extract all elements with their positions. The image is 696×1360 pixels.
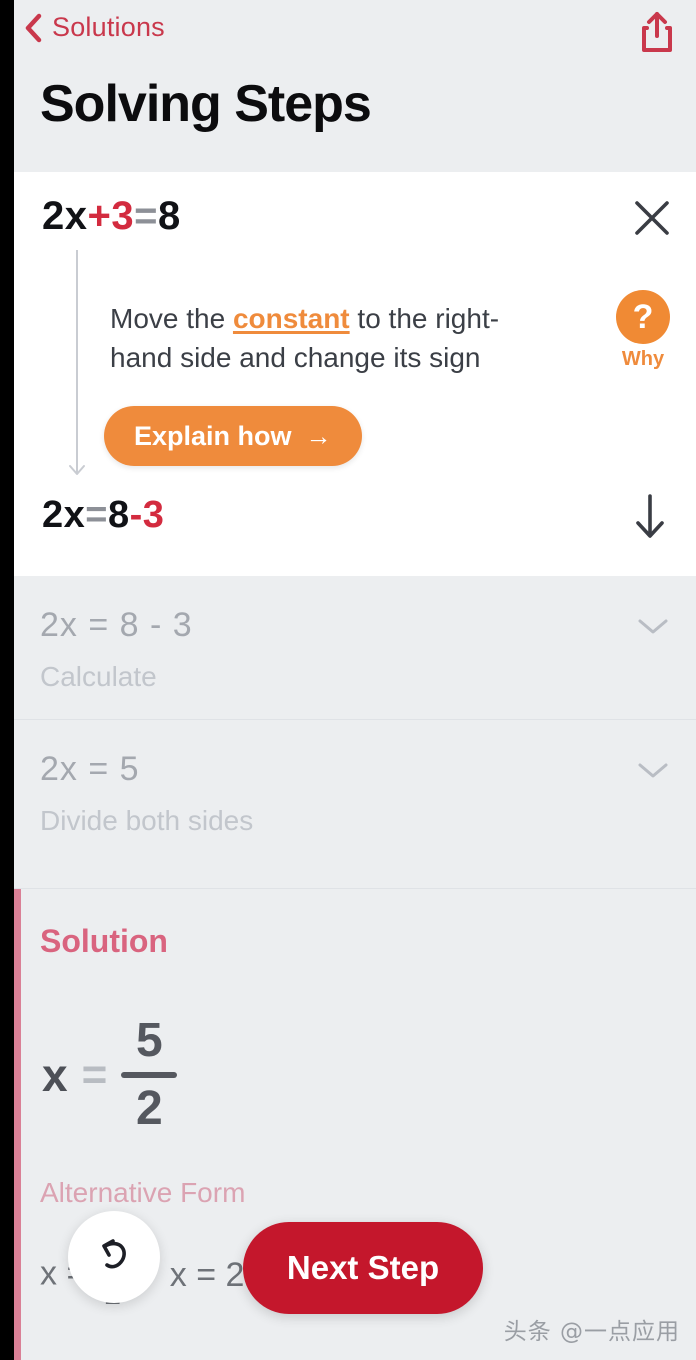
solution-equation: x = 5 2 <box>42 1014 178 1135</box>
back-button-label: Solutions <box>52 12 165 42</box>
result-equals: = <box>85 494 108 536</box>
alternative-form-label: Alternative Form <box>40 1177 246 1208</box>
fraction-bar <box>121 1072 178 1078</box>
share-button[interactable] <box>636 10 678 54</box>
undo-button[interactable] <box>68 1211 160 1303</box>
connector-arrow-icon <box>66 454 88 476</box>
explain-how-button[interactable]: Explain how → <box>104 406 362 466</box>
arrow-right-icon: → <box>305 421 332 451</box>
step-connector-line <box>76 250 78 460</box>
nav-bar: Solutions <box>14 8 696 64</box>
active-step-result: 2x=8-3 <box>42 494 164 537</box>
collapsed-step-description: Calculate <box>40 661 157 692</box>
hint-term-constant[interactable]: constant <box>233 303 350 334</box>
why-button[interactable]: ? Why <box>604 290 682 371</box>
result-lhs: 2x <box>42 494 86 536</box>
equation-rhs: 8 <box>157 194 181 238</box>
why-button-label: Why <box>621 348 665 370</box>
result-operator: -3 <box>129 494 165 536</box>
alt-variable: x <box>40 1254 57 1293</box>
back-button[interactable]: Solutions <box>22 12 165 43</box>
undo-arrow-icon <box>91 1232 137 1283</box>
question-mark-icon: ? <box>616 290 670 344</box>
collapsed-step-description: Divide both sides <box>40 805 254 836</box>
active-step-card: 2x+3=8 Move the constant to the right-ha… <box>14 172 696 576</box>
app-screen: Solutions Solving Steps 2x+3=8 Move the … <box>0 0 696 1360</box>
next-step-button[interactable]: Next Step <box>243 1222 483 1314</box>
equation-equals: = <box>134 194 158 238</box>
hint-prefix: Move the <box>110 303 233 334</box>
fraction-denominator: 2 <box>135 1082 163 1135</box>
header: Solutions Solving Steps <box>14 0 696 172</box>
close-step-button[interactable] <box>626 192 678 244</box>
close-icon <box>626 201 678 248</box>
page-title: Solving Steps <box>40 75 372 133</box>
step-hint-text: Move the constant to the right-hand side… <box>110 300 560 377</box>
collapsed-step-row[interactable]: 2x = 8 - 3 Calculate <box>14 576 696 719</box>
collapsed-steps-list: 2x = 8 - 3 Calculate 2x = 5 Divide both … <box>14 576 696 863</box>
equation-lhs: 2x <box>42 194 88 238</box>
solution-variable: x <box>42 1049 68 1101</box>
letterbox-left <box>0 0 14 1360</box>
solution-fraction: 5 2 <box>121 1014 178 1135</box>
chevron-down-icon[interactable] <box>636 616 670 636</box>
result-rhs: 8 <box>107 494 130 536</box>
collapsed-step-equation: 2x = 8 - 3 <box>40 606 193 644</box>
next-step-label: Next Step <box>286 1249 440 1286</box>
collapsed-step-row[interactable]: 2x = 5 Divide both sides <box>14 719 696 863</box>
alt-value-decimal: x = 2. <box>169 1256 254 1294</box>
chevron-left-icon <box>22 13 44 43</box>
watermark: 头条 @一点应用 <box>503 1319 680 1345</box>
active-step-equation: 2x+3=8 <box>42 194 181 239</box>
solution-equals-sign: = <box>81 1050 108 1099</box>
share-icon <box>636 12 678 58</box>
equation-operator: +3 <box>87 194 135 238</box>
solution-accent-bar <box>14 889 21 1360</box>
collapsed-step-equation: 2x = 5 <box>40 750 140 788</box>
chevron-down-icon[interactable] <box>636 760 670 780</box>
solution-title: Solution <box>40 923 168 959</box>
explain-how-label: Explain how <box>134 420 292 451</box>
arrow-down-icon <box>626 494 674 546</box>
scroll-down-button[interactable] <box>626 490 674 542</box>
fraction-numerator: 5 <box>135 1014 163 1067</box>
